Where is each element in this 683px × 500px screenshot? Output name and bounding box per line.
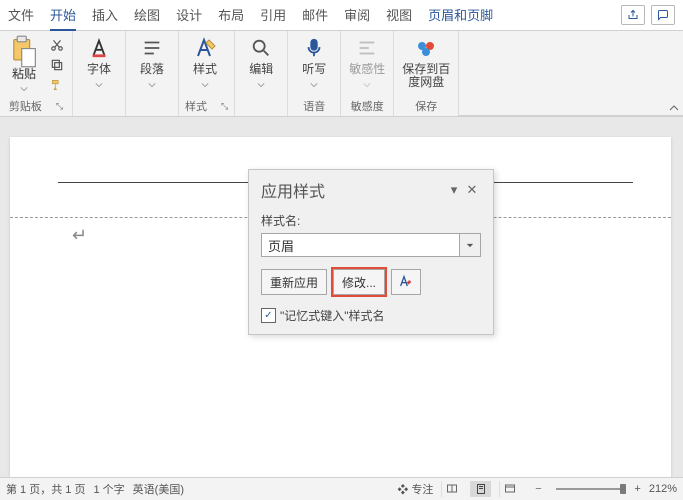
group-paragraph: 段落: [126, 31, 179, 116]
dialog-launcher-icon[interactable]: ⤡: [56, 101, 63, 112]
view-print-button[interactable]: [470, 481, 491, 497]
status-bar: 第 1 页，共 1 页 1 个字 英语(美国) ❖ 专注 − + 212%: [0, 477, 683, 500]
styles-pane-button[interactable]: [391, 269, 421, 295]
tab-references[interactable]: 引用: [260, 0, 286, 31]
chevron-down-icon: [201, 78, 209, 86]
pane-close-button[interactable]: ✕: [463, 181, 481, 199]
format-painter-button[interactable]: [48, 77, 66, 93]
voice-group-label: 语音: [294, 97, 334, 116]
tab-home[interactable]: 开始: [50, 0, 76, 31]
dictate-button[interactable]: 听写: [294, 35, 334, 86]
sensitivity-button: 敏感性: [347, 35, 387, 86]
paragraph-button[interactable]: 段落: [132, 35, 172, 86]
styles-group-label: 样式: [185, 98, 207, 114]
dialog-launcher-icon[interactable]: ⤡: [221, 101, 228, 112]
pane-options-button[interactable]: ▾: [445, 181, 463, 199]
chevron-down-icon: [363, 78, 371, 86]
save-to-baidu-button[interactable]: 保存到百度网盘: [400, 35, 452, 89]
group-save: 保存到百度网盘 保存: [394, 31, 459, 116]
style-name-input[interactable]: 页眉: [261, 233, 460, 257]
tab-mailings[interactable]: 邮件: [302, 0, 328, 31]
status-language[interactable]: 英语(美国): [133, 481, 184, 497]
group-voice: 听写 语音: [288, 31, 341, 116]
tabs-right: [621, 5, 675, 25]
style-name-label: 样式名:: [261, 212, 481, 229]
chevron-down-icon: [310, 78, 318, 86]
chevron-down-icon: [148, 78, 156, 86]
pane-title: 应用样式: [261, 178, 325, 202]
font-button[interactable]: 字体: [79, 35, 119, 86]
editing-button[interactable]: 编辑: [241, 35, 281, 86]
autocomplete-label: "记忆式键入"样式名: [280, 307, 385, 324]
view-web-button[interactable]: [499, 481, 520, 497]
paragraph-mark-icon: ↵: [72, 225, 87, 246]
paste-label: 粘贴: [12, 65, 36, 82]
tab-insert[interactable]: 插入: [92, 0, 118, 31]
chevron-down-icon: [95, 78, 103, 86]
autocomplete-checkbox-row[interactable]: ✓ "记忆式键入"样式名: [261, 307, 481, 324]
style-name-combo[interactable]: 页眉: [261, 233, 481, 257]
style-name-dropdown-button[interactable]: [460, 233, 481, 257]
collapse-ribbon-button[interactable]: [459, 31, 683, 116]
tab-draw[interactable]: 绘图: [134, 0, 160, 31]
styles-label: 样式: [193, 63, 217, 76]
comments-button[interactable]: [651, 5, 675, 25]
save-label: 保存到百度网盘: [400, 63, 452, 89]
copy-button[interactable]: [48, 57, 66, 73]
group-font: 字体: [73, 31, 126, 116]
sensitivity-label: 敏感性: [349, 63, 385, 76]
cut-button[interactable]: [48, 37, 66, 53]
apply-styles-pane: 应用样式 ▾ ✕ 样式名: 页眉 重新应用 修改... ✓ "记忆式键入"样式名: [248, 169, 494, 335]
styles-button[interactable]: 样式: [185, 35, 225, 86]
zoom-slider[interactable]: [556, 488, 626, 490]
group-editing: 编辑: [235, 31, 288, 116]
save-group-label: 保存: [400, 97, 452, 116]
ribbon-tabs: 文件 开始 插入 绘图 设计 布局 引用 邮件 审阅 视图 页眉和页脚: [0, 0, 683, 31]
group-styles: 样式 样式 ⤡: [179, 31, 235, 116]
paste-button[interactable]: 粘贴: [6, 35, 42, 90]
zoom-in-button[interactable]: +: [634, 483, 640, 495]
zoom-out-button[interactable]: −: [528, 481, 548, 497]
paragraph-label: 段落: [140, 63, 164, 76]
tab-layout[interactable]: 布局: [218, 0, 244, 31]
clipboard-group-label: 剪贴板: [9, 98, 42, 114]
font-label: 字体: [87, 63, 111, 76]
tab-view[interactable]: 视图: [386, 0, 412, 31]
document-area: ↵ 应用样式 ▾ ✕ 样式名: 页眉 重新应用 修改... ✓ "记忆式键入"样…: [0, 117, 683, 477]
chevron-down-icon: [257, 78, 265, 86]
status-word-count[interactable]: 1 个字: [93, 481, 124, 497]
tab-design[interactable]: 设计: [176, 0, 202, 31]
dictate-label: 听写: [302, 63, 326, 76]
modify-button[interactable]: 修改...: [333, 269, 385, 295]
editing-label: 编辑: [249, 63, 273, 76]
zoom-value[interactable]: 212%: [649, 483, 677, 495]
tab-file[interactable]: 文件: [8, 0, 34, 31]
ribbon: 粘贴 剪贴板 ⤡ 字体 段落: [0, 31, 683, 117]
tab-header-footer[interactable]: 页眉和页脚: [428, 0, 493, 31]
share-button[interactable]: [621, 5, 645, 25]
tab-review[interactable]: 审阅: [344, 0, 370, 31]
group-sensitivity: 敏感性 敏感度: [341, 31, 394, 116]
group-clipboard: 粘贴 剪贴板 ⤡: [0, 31, 73, 116]
focus-mode-button[interactable]: ❖ 专注: [397, 481, 433, 497]
status-page[interactable]: 第 1 页，共 1 页: [6, 481, 85, 497]
checkbox-icon[interactable]: ✓: [261, 308, 276, 323]
sensitivity-group-label: 敏感度: [347, 97, 387, 116]
view-read-button[interactable]: [441, 481, 462, 497]
chevron-down-icon: [20, 82, 28, 90]
reapply-button[interactable]: 重新应用: [261, 269, 327, 295]
